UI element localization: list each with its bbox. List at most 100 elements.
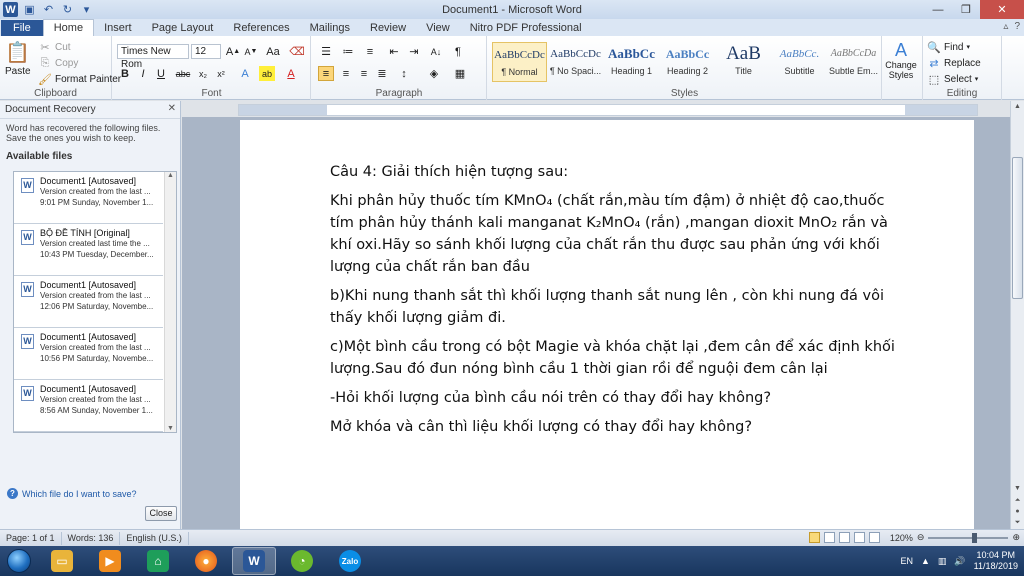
sort-icon[interactable]: A↓ (428, 44, 444, 59)
undo-icon[interactable]: ↶ (41, 2, 56, 17)
web-layout-icon[interactable] (838, 532, 850, 543)
recovery-list-scrollbar[interactable]: ▲ ▼ (164, 172, 176, 432)
show-formatting-icon[interactable]: ¶ (450, 44, 466, 59)
italic-icon[interactable]: I (135, 66, 151, 81)
zoom-slider[interactable] (928, 532, 1009, 543)
page-count[interactable]: Page: 1 of 1 (0, 531, 62, 545)
underline-icon[interactable]: U (153, 66, 169, 81)
zoom-in-icon[interactable]: ⊕ (1012, 532, 1020, 543)
full-screen-reading-icon[interactable] (823, 532, 835, 543)
print-layout-icon[interactable] (808, 532, 820, 543)
style-normal[interactable]: AaBbCcDc ¶ Normal (492, 42, 547, 82)
tab-view[interactable]: View (416, 20, 460, 36)
which-file-link[interactable]: ? Which file do I want to save? (7, 488, 137, 499)
increase-indent-icon[interactable]: ⇥ (406, 44, 422, 59)
paragraph[interactable]: Khi phân hủy thuốc tím KMnO₄ (chất rắn,m… (330, 190, 900, 278)
font-color-icon[interactable]: A (283, 66, 299, 81)
strikethrough-icon[interactable]: abc (175, 66, 191, 81)
find-button[interactable]: 🔍 Find ▾ (927, 40, 970, 54)
superscript-icon[interactable]: x² (213, 66, 229, 81)
close-button[interactable]: ✕ (980, 0, 1024, 19)
text-effects-icon[interactable]: A (237, 66, 253, 81)
scrollbar-thumb[interactable] (1012, 157, 1023, 299)
bullets-icon[interactable]: ☰ (318, 44, 334, 59)
tab-review[interactable]: Review (360, 20, 416, 36)
paragraph[interactable]: c)Một bình cầu trong có bột Magie và khó… (330, 336, 900, 380)
cut-button[interactable]: ✂ Cut (38, 40, 70, 54)
clock[interactable]: 10:04 PM 11/18/2019 (974, 550, 1018, 572)
tab-page-layout[interactable]: Page Layout (142, 20, 224, 36)
paragraph[interactable]: -Hỏi khối lượng của bình cầu nói trên có… (330, 387, 900, 409)
zoom-out-icon[interactable]: ⊖ (917, 532, 925, 543)
redo-icon[interactable]: ↻ (60, 2, 75, 17)
style-heading-2[interactable]: AaBbCc Heading 2 (660, 42, 715, 82)
language-indicator[interactable]: English (U.S.) (120, 531, 189, 545)
clear-formatting-icon[interactable]: ⌫ (289, 44, 305, 59)
align-center-icon[interactable]: ≡ (338, 66, 354, 81)
taskbar-word[interactable]: W (232, 547, 276, 575)
taskbar-app-green[interactable]: ⌂ (136, 547, 180, 575)
list-item[interactable]: W Document1 [Autosaved] Version created … (14, 380, 163, 432)
align-left-icon[interactable]: ≡ (318, 66, 334, 81)
word-count[interactable]: Words: 136 (62, 531, 121, 545)
change-styles-button[interactable]: A Change Styles (883, 40, 919, 80)
scroll-down-icon[interactable]: ▼ (165, 425, 176, 432)
justify-icon[interactable]: ≣ (374, 66, 390, 81)
draft-icon[interactable] (868, 532, 880, 543)
tab-home[interactable]: Home (42, 19, 95, 36)
vertical-scrollbar[interactable]: ▲ ▼ ⏶ ● ⏷ (1010, 101, 1024, 529)
help-icon[interactable]: ? (1014, 21, 1020, 32)
style-no-spacing[interactable]: AaBbCcDc ¶ No Spaci... (548, 42, 603, 82)
tray-arrow-icon[interactable]: ▲ (921, 556, 930, 566)
zoom-level[interactable]: 120% (890, 533, 913, 543)
scroll-up-icon[interactable]: ▲ (1011, 101, 1024, 113)
maximize-button[interactable]: ❐ (952, 0, 980, 19)
numbering-icon[interactable]: ≔ (340, 44, 356, 59)
tab-references[interactable]: References (223, 20, 299, 36)
scroll-up-icon[interactable]: ▲ (165, 172, 176, 179)
taskbar-media-player[interactable]: ▶ (88, 547, 132, 575)
taskbar-zalo[interactable]: Zalo (328, 547, 372, 575)
font-size-combo[interactable]: 12 (191, 44, 221, 59)
subscript-icon[interactable]: x₂ (195, 66, 211, 81)
align-right-icon[interactable]: ≡ (356, 66, 372, 81)
highlight-icon[interactable]: ab (259, 66, 275, 81)
tab-insert[interactable]: Insert (94, 20, 142, 36)
language-indicator[interactable]: EN (900, 556, 913, 566)
customize-qat-icon[interactable]: ▾ (79, 2, 94, 17)
select-button[interactable]: ⬚ Select ▾ (927, 72, 979, 86)
copy-button[interactable]: ⎘ Copy (38, 56, 79, 70)
tab-file[interactable]: File (1, 20, 43, 36)
borders-icon[interactable]: ▦ (452, 66, 468, 81)
document-text[interactable]: Câu 4: Giải thích hiện tượng sau: Khi ph… (330, 161, 900, 445)
next-page-icon[interactable]: ⏷ (1011, 517, 1024, 529)
horizontal-ruler[interactable] (238, 104, 978, 116)
style-title[interactable]: AaB Title (716, 42, 771, 82)
list-item[interactable]: W Document1 [Autosaved] Version created … (14, 328, 163, 380)
list-item[interactable]: W BỘ ĐỀ TÍNH [Original] Version created … (14, 224, 163, 276)
taskbar-firefox[interactable]: ● (184, 547, 228, 575)
grow-font-icon[interactable]: A ▲ (225, 44, 241, 59)
format-painter-button[interactable]: 🖌 Format Painter (38, 72, 121, 86)
scroll-down-icon[interactable]: ▼ (1011, 483, 1024, 495)
minimize-button[interactable]: — (924, 0, 952, 19)
paragraph[interactable]: b)Khi nung thanh sắt thì khối lượng than… (330, 285, 900, 329)
bold-icon[interactable]: B (117, 66, 133, 81)
change-case-icon[interactable]: Aa (265, 44, 281, 59)
style-heading-1[interactable]: AaBbCc Heading 1 (604, 42, 659, 82)
minimize-ribbon-icon[interactable]: ▵ (1003, 21, 1008, 32)
replace-button[interactable]: ⇄ Replace (927, 56, 980, 70)
paragraph[interactable]: Mở khóa và cân thì liệu khối lượng có th… (330, 416, 900, 438)
tab-mailings[interactable]: Mailings (300, 20, 360, 36)
network-icon[interactable]: ▥ (938, 556, 947, 567)
outline-icon[interactable] (853, 532, 865, 543)
recovery-close-button[interactable]: Close (145, 506, 177, 521)
style-subtle-emphasis[interactable]: AaBbCcDa Subtle Em... (826, 42, 881, 82)
paste-button[interactable]: 📋 Paste (5, 39, 31, 78)
recovery-file-list[interactable]: W Document1 [Autosaved] Version created … (13, 171, 177, 433)
shrink-font-icon[interactable]: A ▼ (243, 44, 259, 59)
line-spacing-icon[interactable]: ↕ (396, 66, 412, 81)
style-subtitle[interactable]: AaBbCc. Subtitle (772, 42, 827, 82)
tab-nitro-pdf[interactable]: Nitro PDF Professional (460, 20, 592, 36)
paragraph[interactable]: Câu 4: Giải thích hiện tượng sau: (330, 161, 900, 183)
